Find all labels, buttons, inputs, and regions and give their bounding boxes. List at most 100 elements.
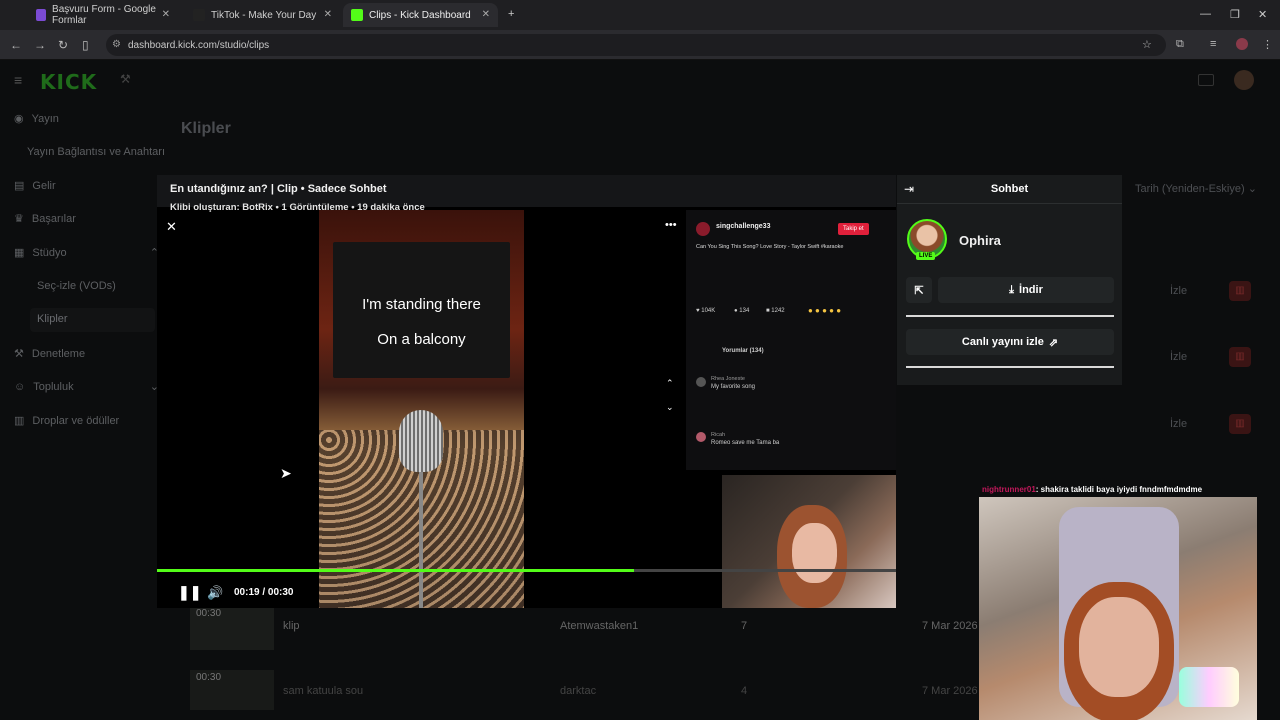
chat-title: Sohbet <box>990 183 1029 195</box>
tab-label: Clips - Kick Dashboard <box>369 9 471 21</box>
volume-icon[interactable]: 🔊 <box>207 585 223 601</box>
clip-title: klip <box>283 620 300 632</box>
kick-favicon-icon <box>351 9 363 21</box>
tab-kick-clips[interactable]: Clips - Kick Dashboard ✕ <box>343 3 498 27</box>
download-label: İndir <box>1019 284 1043 296</box>
divider <box>906 315 1114 317</box>
tiktok-avatar <box>696 222 710 236</box>
tiktok-username[interactable]: singchallenge33 <box>716 223 770 230</box>
chevron-down-icon: ⌄ <box>1247 183 1257 195</box>
watch-link[interactable]: İzle <box>1170 285 1187 297</box>
trash-icon[interactable]: ▥ <box>1229 347 1251 367</box>
extensions-icon[interactable]: ⧉ <box>1176 38 1184 51</box>
bookmark-star-icon[interactable]: ☆ <box>1142 38 1152 51</box>
share-icon[interactable]: ⇱ <box>906 277 932 303</box>
studio-icon: ▦ <box>14 247 25 259</box>
sidebar-item-studyo[interactable]: ▦ Stüdyo ⌃ <box>14 246 159 260</box>
user-avatar[interactable] <box>1234 70 1254 90</box>
trash-icon[interactable]: ▥ <box>1229 281 1251 301</box>
sidebar-item-yayin[interactable]: ◉ Yayın <box>14 112 59 126</box>
trash-icon[interactable]: ▥ <box>1229 414 1251 434</box>
notification-icon[interactable] <box>1198 74 1214 86</box>
tab-google-forms[interactable]: Başvuru Form - Google Formlar ✕ <box>28 3 178 27</box>
broadcast-icon: ◉ <box>14 113 24 125</box>
more-options-icon[interactable]: ••• <box>665 219 677 231</box>
close-tab-icon[interactable]: ✕ <box>482 9 490 20</box>
tab-label: TikTok - Make Your Day <box>211 9 317 21</box>
tiktok-info-panel: singchallenge33 Takip et Can You Sing Th… <box>686 210 896 470</box>
pin-icon[interactable]: ⚒ <box>120 72 131 86</box>
comments-tab[interactable]: Yorumlar (134) <box>722 348 764 354</box>
tab-tiktok[interactable]: TikTok - Make Your Day ✕ <box>185 3 340 27</box>
close-icon[interactable]: ✕ <box>166 219 177 235</box>
sidebar-item-stream-key[interactable]: Yayın Bağlantısı ve Anahtarı <box>27 146 165 158</box>
forward-icon[interactable]: → <box>34 38 46 52</box>
clip-thumbnail[interactable]: 00:30 <box>190 608 274 650</box>
sort-label: Tarih (Yeniden-Eskiye) <box>1135 183 1245 195</box>
time-display: 00:19 / 00:30 <box>234 587 294 598</box>
saves-value: 1242 <box>771 308 785 314</box>
url-field[interactable]: ⚙ dashboard.kick.com/studio/clips <box>106 34 1166 56</box>
streamer-webcam <box>979 497 1257 720</box>
follow-button[interactable]: Takip et <box>838 223 869 235</box>
saves-count: ■ 1242 <box>766 308 785 314</box>
sort-dropdown[interactable]: Tarih (Yeniden-Eskiye) ⌄ <box>1135 182 1257 195</box>
streamer-name[interactable]: Ophira <box>959 233 1001 248</box>
chat-username: nightrunner01 <box>982 485 1036 494</box>
forms-favicon-icon <box>36 9 47 21</box>
rgb-microphone <box>1179 667 1239 707</box>
pause-icon[interactable]: ❚❚ <box>178 584 201 601</box>
sidebar-item-klipler[interactable]: Klipler <box>30 308 155 332</box>
sidebar-item-topluluk[interactable]: ☺ Topluluk ⌄ <box>14 380 159 394</box>
site-info-icon[interactable]: ⚙ <box>112 39 121 50</box>
progress-fill <box>157 569 634 572</box>
comment-user: Ricah <box>711 432 726 438</box>
commenter-avatar <box>696 377 706 387</box>
download-button[interactable]: ⤓ İndir <box>938 277 1114 303</box>
page-title: Klipler <box>181 120 231 137</box>
hamburger-icon[interactable]: ≡ <box>14 72 22 88</box>
comments-value: 134 <box>739 308 750 314</box>
close-tab-icon[interactable]: ✕ <box>162 9 170 20</box>
sidebar-item-gelir[interactable]: ▤ Gelir <box>14 179 56 193</box>
minimize-icon[interactable]: — <box>1200 8 1211 20</box>
sidebar-item-denetleme[interactable]: ⚒ Denetleme <box>14 347 85 361</box>
reload-icon[interactable]: ↻ <box>58 38 68 52</box>
sidebar-toggle-icon[interactable]: ▯ <box>82 38 89 52</box>
watch-live-label: Canlı yayını izle <box>961 336 1044 348</box>
sidebar-item-droplar[interactable]: ▥ Droplar ve ödüller <box>14 414 119 428</box>
tab-label: Başvuru Form - Google Formlar <box>52 4 156 26</box>
streamer-face <box>792 523 837 583</box>
tiktok-video-frame: I'm standing there On a balcony <box>319 210 524 608</box>
media-icon[interactable]: ≡ <box>1210 38 1216 50</box>
drops-icon: ▥ <box>14 415 25 427</box>
new-tab-icon[interactable]: + <box>508 8 514 20</box>
kick-logo[interactable]: KICK <box>40 70 97 94</box>
comment-text: Romeo save me Tama ba <box>711 440 780 446</box>
lyric-line-2: On a balcony <box>377 331 466 348</box>
trophy-icon: ♛ <box>14 213 24 225</box>
scroll-down-icon[interactable]: ⌄ <box>666 402 674 413</box>
download-icon: ⤓ <box>1009 283 1015 296</box>
sidebar-item-label: Stüdyo <box>32 246 67 259</box>
sidebar-item-basarilar[interactable]: ♛ Başarılar <box>14 212 76 226</box>
sidebar-item-vods[interactable]: Seç-izle (VODs) <box>37 280 116 292</box>
close-tab-icon[interactable]: ✕ <box>324 9 332 20</box>
clip-duration: 00:30 <box>196 672 222 683</box>
clip-thumbnail[interactable]: 00:30 <box>190 670 274 710</box>
profile-avatar[interactable] <box>1236 38 1248 50</box>
watch-link[interactable]: İzle <box>1170 351 1187 363</box>
maximize-icon[interactable]: ❐ <box>1230 8 1240 21</box>
watch-live-button[interactable]: Canlı yayını izle ⇗ <box>906 329 1114 355</box>
clip-creator: Atemwastaken1 <box>560 620 639 632</box>
back-icon[interactable]: ← <box>10 38 22 52</box>
moderation-icon: ⚒ <box>14 348 24 360</box>
share-icons[interactable]: ● ● ● ● ● <box>808 306 841 315</box>
likes-value: 104K <box>701 308 716 314</box>
menu-kebab-icon[interactable]: ⋮ <box>1262 38 1273 51</box>
clip-video-player[interactable]: I'm standing there On a balcony singchal… <box>157 175 896 608</box>
scroll-up-icon[interactable]: ⌃ <box>666 378 674 389</box>
close-window-icon[interactable]: ✕ <box>1258 8 1267 21</box>
watch-link[interactable]: İzle <box>1170 418 1187 430</box>
clip-date: 7 Mar 2026 <box>922 620 978 632</box>
